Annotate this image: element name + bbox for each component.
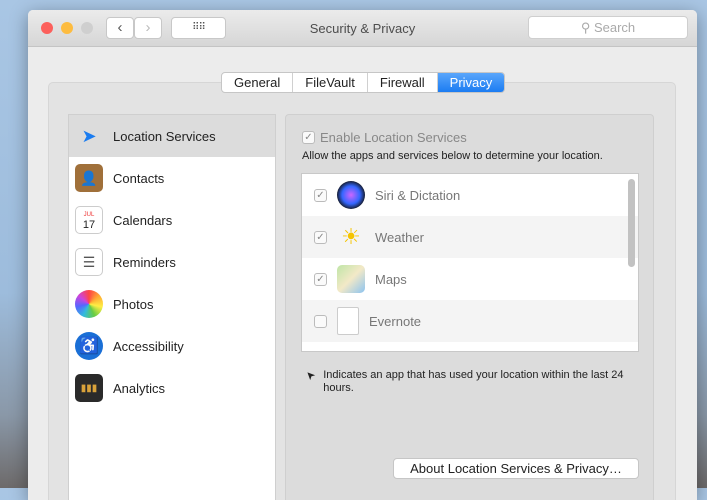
list-item [302, 342, 638, 351]
about-location-button[interactable]: About Location Services & Privacy… [393, 458, 639, 479]
location-panel: ✓ Enable Location Services Allow the apps… [285, 114, 654, 500]
privacy-sidebar: ➤ Location Services 👤 Contacts JUL 17 Calend… [68, 114, 276, 500]
list-item: ✓ Siri & Dictation [302, 174, 638, 216]
sidebar-item-photos[interactable]: Photos [69, 283, 275, 325]
calendar-icon: JUL 17 [75, 206, 103, 234]
location-arrow-icon: ➤ [303, 367, 319, 383]
sidebar-item-analytics[interactable]: ▮▮▮ Analytics [69, 367, 275, 409]
contacts-icon: 👤 [75, 164, 103, 192]
tab-firewall[interactable]: Firewall [368, 73, 438, 92]
location-arrow-icon: ➤ [81, 125, 97, 146]
analytics-icon: ▮▮▮ [75, 374, 103, 402]
scrollbar[interactable] [628, 179, 635, 267]
document-icon [337, 307, 359, 335]
tab-filevault[interactable]: FileVault [293, 73, 368, 92]
app-checkbox[interactable]: ✓ [314, 272, 327, 286]
weather-icon: ☀ [341, 224, 361, 249]
title-bar: ‹ › ⠿⠿ Security & Privacy ⚲ Search [28, 10, 697, 47]
search-icon: ⚲ [580, 20, 594, 35]
location-note: ➤ Indicates an app that has used your loc… [303, 367, 624, 394]
sidebar-item-location-services[interactable]: ➤ Location Services [69, 115, 275, 157]
list-item: ✓ Maps [302, 258, 638, 300]
sidebar-item-accessibility[interactable]: ♿ Accessibility [69, 325, 275, 367]
app-checkbox[interactable]: ✓ [314, 230, 327, 244]
tab-bar: General FileVault Firewall Privacy [221, 72, 506, 93]
tab-privacy[interactable]: Privacy [437, 73, 505, 92]
list-item: ✓ ☀ Weather [302, 216, 638, 258]
reminders-icon: ☰ [75, 248, 103, 276]
list-item: Evernote [302, 300, 638, 342]
app-list: ✓ Siri & Dictation ✓ ☀ Weather ✓ Maps Everno… [301, 173, 639, 352]
app-checkbox[interactable]: ✓ [314, 188, 327, 202]
enable-location-checkbox[interactable]: ✓ Enable Location Services [302, 130, 467, 145]
app-checkbox[interactable] [314, 314, 327, 328]
search-input[interactable]: ⚲ Search [528, 16, 688, 39]
accessibility-icon: ♿ [75, 332, 103, 360]
maps-icon [337, 265, 365, 293]
checkbox[interactable]: ✓ [302, 131, 315, 144]
siri-icon [337, 181, 365, 209]
sidebar-item-reminders[interactable]: ☰ Reminders [69, 241, 275, 283]
sidebar-item-contacts[interactable]: 👤 Contacts [69, 157, 275, 199]
window: ‹ › ⠿⠿ Security & Privacy ⚲ Search Gener… [28, 10, 697, 500]
sidebar-item-calendars[interactable]: JUL 17 Calendars [69, 199, 275, 241]
allow-description: Allow the apps and services below to det… [302, 150, 603, 162]
photos-icon [75, 290, 103, 318]
tab-general[interactable]: General [222, 73, 294, 92]
